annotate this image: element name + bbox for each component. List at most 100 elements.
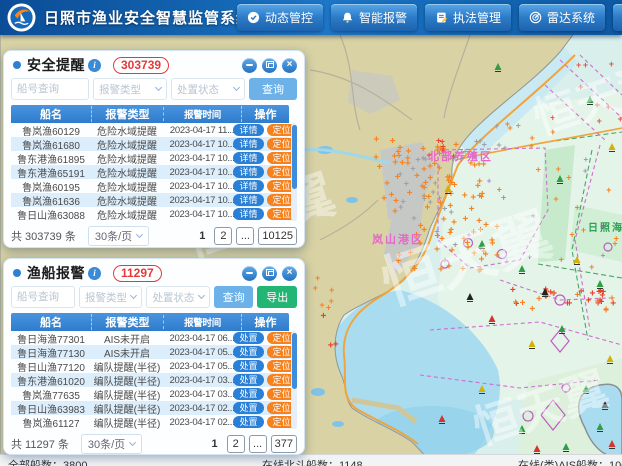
vessel-marker[interactable]: + — [453, 140, 459, 151]
vessel-marker[interactable]: + — [381, 193, 387, 204]
handle-button[interactable]: 处置 — [233, 416, 263, 428]
vessel-marker[interactable]: + — [576, 60, 581, 70]
vessel-marker[interactable]: + — [469, 204, 475, 215]
vessel-marker[interactable]: + — [404, 179, 409, 189]
vessel-marker[interactable]: + — [422, 194, 427, 204]
vessel-marker[interactable]: + — [603, 306, 609, 317]
vessel-marker[interactable]: + — [487, 177, 492, 186]
vessel-marker[interactable]: + — [583, 155, 588, 164]
vessel-marker[interactable]: + — [569, 230, 574, 240]
handle-button[interactable]: 处置 — [233, 388, 263, 400]
page-last[interactable]: 10125 — [258, 227, 297, 245]
vessel-marker[interactable]: + — [497, 185, 502, 195]
detail-button[interactable]: 详情 — [233, 194, 263, 206]
vessel-marker[interactable]: + — [553, 194, 558, 204]
detail-button[interactable]: 详情 — [233, 152, 263, 164]
vessel-marker[interactable]: + — [507, 123, 512, 133]
vessel-marker[interactable]: + — [390, 136, 396, 147]
vessel-marker[interactable]: + — [536, 165, 541, 175]
page-current[interactable]: 1 — [194, 230, 210, 242]
vessel-marker[interactable]: + — [373, 153, 379, 164]
vessel-marker[interactable]: + — [462, 214, 468, 225]
vessel-marker[interactable]: + — [470, 193, 476, 204]
vessel-marker[interactable]: + — [333, 340, 339, 351]
handle-button[interactable]: 处置 — [233, 346, 263, 358]
vessel-marker[interactable]: + — [510, 285, 516, 296]
scrollbar[interactable] — [291, 123, 297, 221]
page-2[interactable]: 2 — [214, 227, 232, 245]
vessel-marker[interactable]: + — [441, 215, 447, 226]
info-icon[interactable]: i — [88, 59, 101, 72]
vessel-marker[interactable]: + — [477, 136, 482, 146]
scrollbar[interactable] — [291, 331, 297, 429]
vessel-marker[interactable]: + — [566, 298, 572, 309]
detail-button[interactable]: 详情 — [233, 208, 263, 220]
vessel-marker[interactable]: + — [315, 273, 320, 283]
vessel-marker[interactable]: + — [516, 121, 521, 131]
scrollbar-thumb[interactable] — [292, 125, 297, 189]
vessel-marker[interactable]: + — [313, 283, 318, 293]
vessel-marker[interactable]: + — [609, 294, 615, 305]
vessel-marker[interactable]: + — [496, 140, 501, 150]
vessel-marker[interactable]: + — [583, 167, 588, 176]
restore-button[interactable] — [262, 266, 277, 281]
page-size-select[interactable]: 30条/页 — [88, 226, 149, 246]
vessel-marker[interactable]: + — [411, 213, 416, 223]
vessel-marker[interactable]: + — [373, 134, 379, 145]
detail-button[interactable]: 详情 — [233, 138, 263, 150]
vessel-marker[interactable]: + — [449, 207, 454, 217]
vessel-marker[interactable]: + — [581, 225, 586, 235]
page-current[interactable]: 1 — [207, 438, 223, 450]
vessel-marker[interactable]: + — [477, 177, 483, 188]
handle-status-select[interactable]: 处置状态 — [146, 286, 209, 308]
export-button[interactable]: 导出 — [257, 286, 297, 308]
vessel-marker[interactable]: + — [442, 204, 447, 214]
vessel-marker[interactable]: + — [320, 311, 326, 322]
ship-search-input[interactable] — [11, 78, 89, 100]
vessel-marker[interactable]: + — [494, 121, 499, 131]
close-button[interactable]: × — [282, 58, 297, 73]
restore-button[interactable] — [262, 58, 277, 73]
alarm-type-select[interactable]: 报警类型 — [79, 286, 142, 308]
vessel-marker[interactable]: + — [520, 298, 526, 309]
vessel-marker[interactable]: + — [420, 153, 425, 163]
vessel-marker[interactable]: + — [614, 234, 619, 244]
handle-status-select[interactable]: 处置状态 — [171, 78, 245, 100]
detail-button[interactable]: 详情 — [233, 124, 263, 136]
vessel-marker[interactable]: + — [398, 202, 403, 212]
page-last[interactable]: 377 — [271, 435, 297, 453]
vessel-marker[interactable]: + — [479, 191, 484, 201]
vessel-marker[interactable]: + — [583, 60, 588, 70]
vessel-marker[interactable]: + — [609, 59, 614, 69]
vessel-marker[interactable]: + — [421, 165, 427, 176]
nav-radar-system[interactable]: 雷达系统 — [519, 4, 605, 31]
handle-button[interactable]: 处置 — [233, 374, 263, 386]
vessel-marker[interactable]: + — [575, 203, 580, 213]
vessel-marker[interactable]: + — [550, 289, 556, 300]
page-2[interactable]: 2 — [227, 435, 245, 453]
vessel-marker[interactable]: + — [384, 179, 390, 190]
vessel-marker[interactable]: + — [574, 290, 580, 301]
handle-button[interactable]: 处置 — [233, 360, 263, 372]
vessel-marker[interactable]: + — [594, 297, 600, 308]
vessel-marker[interactable]: + — [389, 190, 395, 201]
nav-coast-monitor[interactable]: 海岸监控 — [613, 4, 622, 31]
alarm-type-select[interactable]: 报警类型 — [93, 78, 167, 100]
scrollbar-thumb[interactable] — [292, 333, 297, 389]
vessel-marker[interactable]: + — [601, 251, 606, 260]
handle-button[interactable]: 处置 — [233, 402, 263, 414]
vessel-marker[interactable]: + — [529, 141, 534, 151]
vessel-marker[interactable]: + — [328, 341, 334, 352]
vessel-marker[interactable]: + — [415, 154, 420, 164]
vessel-marker[interactable]: + — [377, 162, 383, 173]
vessel-marker[interactable]: + — [423, 178, 429, 189]
nav-law-enforcement[interactable]: 执法管理 — [425, 4, 511, 31]
vessel-marker[interactable]: + — [566, 173, 571, 183]
vessel-marker[interactable]: + — [410, 164, 415, 174]
vessel-marker[interactable]: + — [428, 197, 433, 207]
minimize-button[interactable] — [242, 266, 257, 281]
vessel-marker[interactable]: + — [462, 190, 468, 201]
page-ellipsis[interactable]: ... — [236, 227, 254, 245]
info-icon[interactable]: i — [88, 267, 101, 280]
vessel-marker[interactable]: + — [319, 300, 324, 310]
